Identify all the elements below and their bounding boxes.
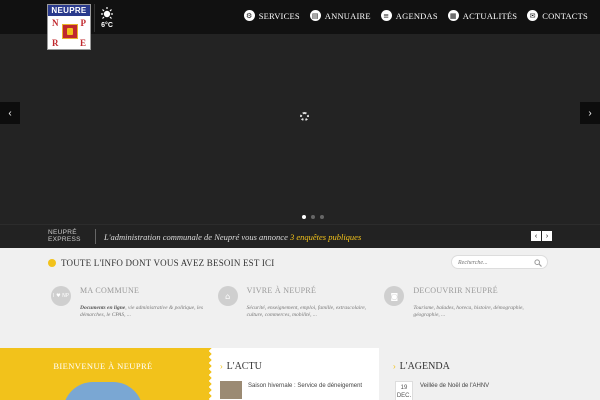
logo-brand: NEUPRE [48,5,90,16]
news-panel: › L'ACTU Saison hivernale : Service de d… [220,348,378,400]
welcome-image [63,382,143,400]
column-title[interactable]: VIVRE À NEUPRÉ [247,286,382,295]
nav-agendas[interactable]: ≡ AGENDAS [380,10,438,21]
news-title[interactable]: L'ACTU [227,361,262,372]
column-text: Documents en ligne, vie administrative &… [80,305,210,319]
express-message[interactable]: L'administration communale de Neupré vou… [104,232,361,242]
column-text: Sécurité, enseignement, emploi, famille,… [246,305,367,318]
column-vivre[interactable]: ⌂ VIVRE À NEUPRÉ Sécurité, enseignement,… [215,286,382,319]
express-message-text: L'administration communale de Neupré vou… [104,232,288,242]
lightbulb-icon [48,259,56,267]
agenda-panel: › L'AGENDA 19 DEC. Veillée de Noël de l'… [379,348,600,400]
logo-letter-p: P [80,18,87,28]
express-prev-button[interactable]: ‹ [531,231,541,241]
column-text-bold[interactable]: Documents en ligne [80,305,125,311]
info-columns: I ♥ NP MA COMMUNE Documents en ligne, vi… [48,286,548,319]
welcome-panel[interactable]: BIENVENUE À NEUPRÉ [0,348,206,400]
express-label-line2: EXPRESS [48,236,81,243]
chevron-right-icon: › [588,107,592,119]
info-heading: TOUTE L'INFO DONT VOUS AVEZ BESOIN EST I… [48,258,274,268]
info-section: TOUTE L'INFO DONT VOUS AVEZ BESOIN EST I… [0,248,600,348]
column-title[interactable]: MA COMMUNE [80,286,215,295]
column-decouvrir[interactable]: ◙ DECOUVRIR NEUPRÉ Tourisme, balades, ho… [381,286,548,319]
zigzag-divider [206,348,212,400]
news-icon: ▦ [447,10,459,21]
search-box [451,255,548,269]
agenda-day: 19 [400,385,408,391]
chevron-left-icon: ‹ [8,107,12,119]
slider-dot[interactable] [320,215,324,219]
news-heading: › L'ACTU [220,361,262,372]
bottom-section: BIENVENUE À NEUPRÉ › L'ACTU Saison hiver… [0,348,600,400]
main-nav: ⚙ SERVICES ▤ ANNUAIRE ≡ AGENDAS ▦ ACTUAL… [243,10,588,21]
nav-actualites[interactable]: ▦ ACTUALITÉS [447,10,518,21]
nav-label: CONTACTS [542,10,588,21]
mail-icon: ✉ [527,10,539,21]
column-title[interactable]: DECOUVRIR NEUPRÉ [413,286,548,295]
weather-widget[interactable]: 6°C [94,4,118,32]
nav-annuaire[interactable]: ▤ ANNUAIRE [309,10,371,21]
agenda-date: 19 DEC. [395,381,413,400]
nav-label: SERVICES [258,10,300,21]
book-icon: ▤ [309,10,321,21]
site-logo[interactable]: NEUPRE N P R E [47,4,91,50]
crest-icon [62,24,78,39]
news-item[interactable]: Saison hivernale : Service de déneigemen… [220,381,362,399]
nav-contacts[interactable]: ✉ CONTACTS [527,10,588,21]
express-label-line1: NEUPRÉ [48,229,77,236]
chevron-right-icon: › [393,362,396,371]
slider-prev-button[interactable]: ‹ [0,102,20,124]
news-item-title: Saison hivernale : Service de déneigemen… [248,383,363,389]
search-icon[interactable] [534,259,542,267]
slider-dot[interactable] [311,215,315,219]
express-label: NEUPRÉ EXPRESS [48,229,81,243]
agenda-item-title: Veillée de Noël de l'AHNV [420,383,490,389]
logo-letter-r: R [52,38,59,48]
nav-label: ACTUALITÉS [462,10,518,21]
loading-spinner-icon [300,112,309,121]
slider-dot[interactable] [302,215,306,219]
list-icon: ≡ [380,10,392,21]
logo-letter-n: N [52,18,59,28]
nav-label: ANNUAIRE [324,10,371,21]
chevron-right-icon: › [220,362,223,371]
express-message-link[interactable]: 3 enquêtes publiques [290,232,361,242]
temperature: 6°C [101,22,113,29]
gear-icon: ⚙ [243,10,255,21]
nav-services[interactable]: ⚙ SERVICES [243,10,300,21]
agenda-title[interactable]: L'AGENDA [400,361,450,372]
nav-label: AGENDAS [395,10,438,21]
logo-letter-e: E [79,38,86,48]
agenda-item[interactable]: 19 DEC. Veillée de Noël de l'AHNV [395,381,489,400]
sun-icon [99,6,115,20]
home-icon: ⌂ [217,286,238,306]
section-title: TOUTE L'INFO DONT VOUS AVEZ BESOIN EST I… [61,258,275,268]
column-text: Tourisme, balades, horeca, histoire, dém… [413,305,524,318]
express-ticker: NEUPRÉ EXPRESS L'administration communal… [0,224,600,248]
express-next-button[interactable]: › [542,231,552,241]
hero-slider[interactable]: ‹ › [0,34,600,224]
column-ma-commune[interactable]: I ♥ NP MA COMMUNE Documents en ligne, vi… [48,286,215,319]
slider-next-button[interactable]: › [580,102,600,124]
news-thumbnail [220,381,242,399]
search-input[interactable] [458,258,532,267]
site-header: NEUPRE N P R E 6°C ⚙ SERVICES ▤ ANNUAIRE… [0,0,600,50]
slider-dots [302,215,324,219]
agenda-heading: › L'AGENDA [393,361,450,372]
agenda-month: DEC. [396,393,412,399]
welcome-title: BIENVENUE À NEUPRÉ [53,361,153,371]
express-controls: ‹ › [531,231,552,241]
heart-np-icon: I ♥ NP [51,286,71,306]
divider [95,229,96,244]
camera-icon: ◙ [384,286,405,306]
